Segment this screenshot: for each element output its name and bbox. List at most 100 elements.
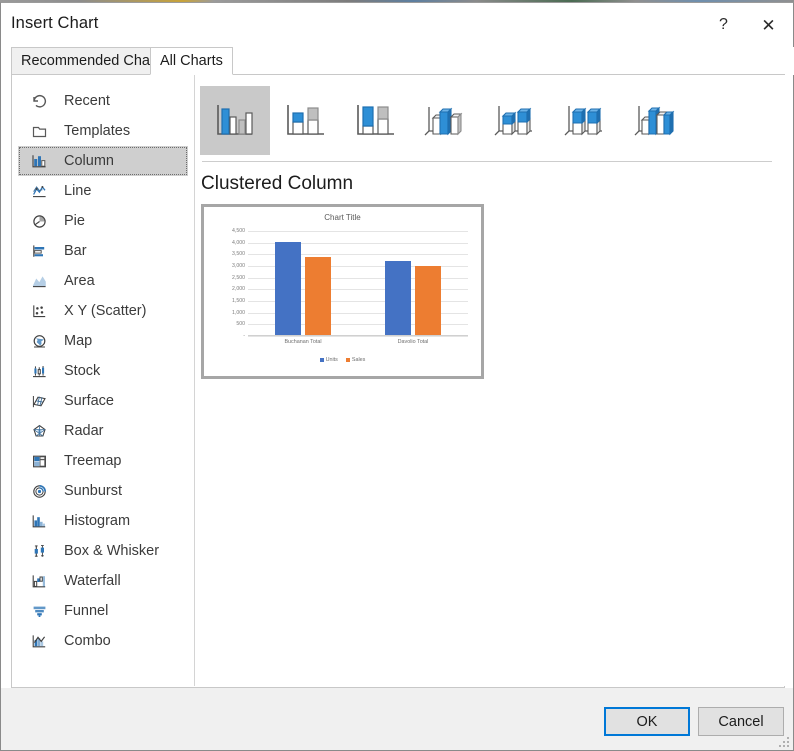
tab-all-charts[interactable]: All Charts	[150, 47, 233, 75]
thumbnail-3d-stacked-column[interactable]	[480, 86, 550, 155]
funnel-icon	[24, 599, 54, 623]
sidebar-item-radar[interactable]: Radar	[18, 416, 188, 446]
sidebar-item-label: Surface	[64, 393, 114, 409]
sidebar-item-pie[interactable]: Pie	[18, 206, 188, 236]
sidebar-item-label: Area	[64, 273, 95, 289]
thumbnail-3d-clustered-column[interactable]	[410, 86, 480, 155]
sidebar-item-area[interactable]: Area	[18, 266, 188, 296]
sidebar-item-label: Sunburst	[64, 483, 122, 499]
sidebar-item-surface[interactable]: Surface	[18, 386, 188, 416]
column-icon	[24, 149, 54, 173]
chart-gridline	[248, 336, 468, 337]
radar-icon	[24, 419, 54, 443]
chart-subtype-thumbnails[interactable]	[200, 86, 690, 155]
legend-label: Sales	[352, 357, 366, 363]
insert-chart-dialog: Insert Chart ? ✕ Recommended Charts All …	[0, 2, 794, 751]
tab-label: Recommended Charts	[21, 53, 166, 69]
box-whisker-icon	[24, 539, 54, 563]
dialog-titlebar: Insert Chart ? ✕	[1, 3, 793, 47]
sidebar-item-histogram[interactable]: Histogram	[18, 506, 188, 536]
dialog-footer: OK Cancel	[1, 688, 793, 750]
sidebar-item-treemap[interactable]: Treemap	[18, 446, 188, 476]
sidebar-item-label: X Y (Scatter)	[64, 303, 146, 319]
sidebar-item-line[interactable]: Line	[18, 176, 188, 206]
sidebar-item-stock[interactable]: Stock	[18, 356, 188, 386]
line-icon	[24, 179, 54, 203]
sidebar-item-label: Templates	[64, 123, 130, 139]
sidebar-item-map[interactable]: Map	[18, 326, 188, 356]
ok-button[interactable]: OK	[604, 707, 690, 736]
chart-gridline	[248, 231, 468, 232]
legend-swatch	[346, 358, 350, 362]
chart-plot-area: 4,500 4,000 3,500 3,000 2,500 2,000 1,500 1,000…	[248, 231, 468, 336]
chart-preview-canvas: Chart Title 4,500 4,000 3,500 3,000 2,500 2,0…	[204, 207, 481, 376]
resize-grip[interactable]	[777, 735, 789, 747]
chart-preview[interactable]: Chart Title 4,500 4,000 3,500 3,000 2,500 2,0…	[201, 204, 484, 379]
sidebar-item-x-y-scatter[interactable]: X Y (Scatter)	[18, 296, 188, 326]
cancel-button-label: Cancel	[718, 714, 763, 730]
sidebar-item-label: Treemap	[64, 453, 121, 469]
y-axis-tick-label: 1,000	[232, 310, 245, 316]
dialog-title: Insert Chart	[11, 14, 98, 33]
sidebar-item-recent[interactable]: Recent	[18, 86, 188, 116]
chart-x-axis	[248, 335, 468, 336]
thumbnail-100-percent-stacked-column[interactable]	[340, 86, 410, 155]
legend-item: Sales	[346, 357, 366, 363]
sidebar-item-box-whisker[interactable]: Box & Whisker	[18, 536, 188, 566]
bar-icon	[24, 239, 54, 263]
sidebar-item-combo[interactable]: Combo	[18, 626, 188, 656]
y-axis-tick-label: -	[243, 333, 245, 339]
sunburst-icon	[24, 479, 54, 503]
sidebar-item-label: Funnel	[64, 603, 108, 619]
sidebar-item-column[interactable]: Column	[18, 146, 188, 176]
help-button[interactable]: ?	[701, 3, 746, 47]
sidebar-item-label: Map	[64, 333, 92, 349]
y-axis-tick-label: 2,000	[232, 286, 245, 292]
scatter-icon	[24, 299, 54, 323]
y-axis-tick-label: 4,500	[232, 228, 245, 234]
dialog-body: Recent Templates Column Line Pie Bar Area X Y (…	[11, 74, 785, 688]
x-axis-category-label: Davolio Total	[398, 339, 429, 345]
y-axis-tick-label: 2,500	[232, 275, 245, 281]
recent-icon	[24, 89, 54, 113]
sidebar-item-label: Box & Whisker	[64, 543, 159, 559]
y-axis-tick-label: 4,000	[232, 240, 245, 246]
y-axis-tick-label: 3,500	[232, 251, 245, 257]
chart-subtype-pane: Clustered Column Chart Title 4,500 4,000 3…	[196, 74, 785, 686]
question-mark-icon: ?	[719, 16, 728, 34]
sidebar-item-label: Recent	[64, 93, 110, 109]
thumbnail-clustered-column[interactable]	[200, 86, 270, 155]
map-icon	[24, 329, 54, 353]
y-axis-tick-label: 500	[236, 321, 245, 327]
chart-bar	[305, 257, 331, 335]
sidebar-item-label: Combo	[64, 633, 111, 649]
sidebar-item-templates[interactable]: Templates	[18, 116, 188, 146]
chart-type-sidebar[interactable]: Recent Templates Column Line Pie Bar Area X Y (…	[12, 74, 195, 686]
sidebar-item-sunburst[interactable]: Sunburst	[18, 476, 188, 506]
sidebar-item-label: Stock	[64, 363, 100, 379]
sidebar-item-label: Line	[64, 183, 91, 199]
histogram-icon	[24, 509, 54, 533]
legend-label: Units	[326, 357, 338, 363]
chart-bar	[275, 242, 301, 335]
sidebar-item-bar[interactable]: Bar	[18, 236, 188, 266]
tabstrip-underline	[11, 74, 785, 75]
close-icon: ✕	[761, 17, 775, 34]
sidebar-item-label: Bar	[64, 243, 87, 259]
thumbnail-3d-column[interactable]	[620, 86, 690, 155]
x-axis-category-label: Buchanan Total	[284, 339, 321, 345]
sidebar-item-funnel[interactable]: Funnel	[18, 596, 188, 626]
cancel-button[interactable]: Cancel	[698, 707, 784, 736]
chart-bar	[415, 266, 441, 335]
chart-bar	[385, 261, 411, 335]
close-button[interactable]: ✕	[746, 3, 791, 47]
thumbnail-3d-100-percent-stacked-column[interactable]	[550, 86, 620, 155]
pie-icon	[24, 209, 54, 233]
chart-title: Chart Title	[204, 213, 481, 222]
thumbnail-stacked-column[interactable]	[270, 86, 340, 155]
chart-subtype-title: Clustered Column	[201, 173, 353, 195]
sidebar-item-waterfall[interactable]: Waterfall	[18, 566, 188, 596]
stock-icon	[24, 359, 54, 383]
area-icon	[24, 269, 54, 293]
y-axis-tick-label: 3,000	[232, 263, 245, 269]
